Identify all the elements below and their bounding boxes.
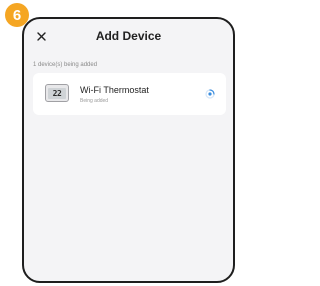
devices-being-added-status: 1 device(s) being added <box>33 62 98 68</box>
phone-screen: Add Device 1 device(s) being added 22 Wi… <box>22 17 235 283</box>
thermostat-display-reading: 22 <box>48 87 66 99</box>
step-number-badge: 6 <box>5 3 29 27</box>
loading-spinner-icon <box>205 89 215 99</box>
device-list-item: 22 Wi-Fi Thermostat Being added <box>33 73 226 115</box>
device-name: Wi-Fi Thermostat <box>80 85 149 95</box>
header-bar: Add Device <box>24 19 233 53</box>
thermostat-icon: 22 <box>45 84 69 102</box>
page-title: Add Device <box>95 29 162 43</box>
device-status: Being added <box>80 98 109 104</box>
